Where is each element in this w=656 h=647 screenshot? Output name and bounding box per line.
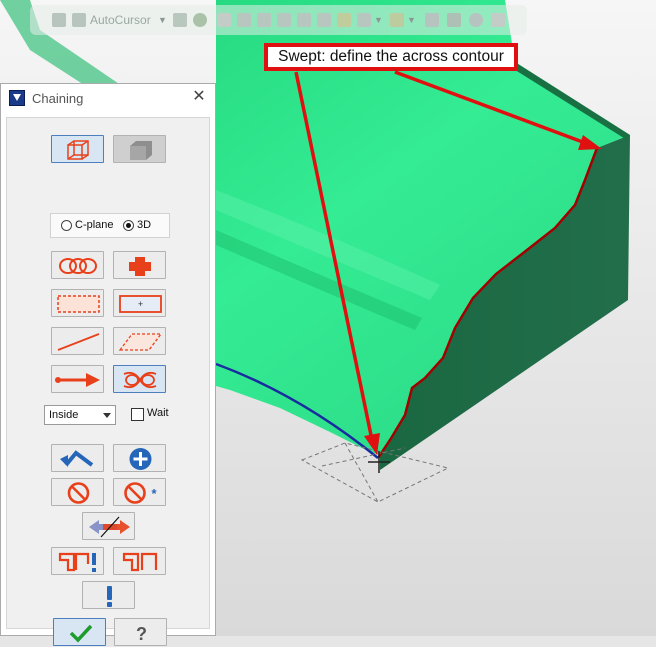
single-button[interactable] — [51, 327, 104, 355]
chain-options-icon — [58, 552, 96, 572]
partial-button[interactable] — [113, 365, 166, 393]
mode-dropdown-value: Inside — [49, 409, 79, 421]
chevron-down-icon[interactable]: ▼ — [374, 15, 383, 31]
reverse-button[interactable] — [82, 512, 135, 540]
end-chain-icon — [122, 552, 158, 572]
view-cube-icon[interactable] — [237, 13, 251, 27]
layer-icon[interactable] — [425, 13, 439, 27]
help-icon: ? — [136, 624, 147, 644]
chevron-down-icon[interactable]: ▼ — [158, 15, 167, 31]
area-button[interactable]: + — [113, 289, 166, 317]
chain-links-icon — [59, 258, 97, 274]
checkmark-icon — [69, 624, 93, 643]
snap-icon[interactable] — [173, 13, 187, 27]
partial-chain-icon — [123, 371, 157, 389]
layer-icon[interactable] — [447, 13, 461, 27]
plane-mode-group: C-plane 3D — [50, 213, 170, 238]
wait-checkbox[interactable] — [131, 408, 144, 421]
undo-icon[interactable] — [491, 13, 505, 27]
svg-text:?: ? — [136, 624, 147, 644]
last-button[interactable] — [51, 444, 104, 472]
autocursor-icon[interactable] — [72, 13, 86, 27]
vector-button[interactable] — [51, 365, 104, 393]
chevron-down-icon — [103, 413, 111, 418]
solid-mode-button[interactable] — [113, 135, 166, 163]
lock-icon[interactable] — [52, 13, 66, 27]
threed-radio[interactable] — [123, 220, 134, 231]
wait-label[interactable]: Wait — [147, 407, 169, 419]
warning-button[interactable] — [82, 581, 135, 609]
add-button[interactable] — [113, 444, 166, 472]
help-button[interactable]: ? — [114, 618, 167, 646]
app-icon — [9, 90, 25, 106]
no-entry-all-icon: * — [124, 482, 157, 504]
window-select-icon — [57, 295, 100, 313]
mode-dropdown[interactable]: Inside — [44, 405, 116, 425]
autocursor-label[interactable]: AutoCursor — [90, 13, 151, 27]
last-chain-icon — [60, 450, 94, 467]
svg-text:+: + — [138, 299, 143, 309]
reverse-arrows-icon — [89, 516, 130, 538]
view-cube-icon[interactable] — [317, 13, 331, 27]
threed-label[interactable]: 3D — [137, 219, 151, 231]
window-button[interactable] — [51, 289, 104, 317]
close-icon[interactable]: ✕ — [191, 89, 207, 105]
view-cube-icon[interactable] — [357, 13, 371, 27]
cplane-radio[interactable] — [61, 220, 72, 231]
ok-button[interactable] — [53, 618, 106, 646]
view-cube-icon[interactable] — [257, 13, 271, 27]
no-entry-icon — [67, 482, 90, 504]
view-cube-icon[interactable] — [277, 13, 291, 27]
wireframe-mode-button[interactable] — [51, 135, 104, 163]
gear-icon[interactable] — [193, 13, 207, 27]
chaining-panel: C-plane 3D + Inside Wait * ? — [6, 117, 210, 646]
unselect-all-button[interactable]: * — [113, 478, 166, 506]
exclamation-icon — [107, 586, 112, 607]
chaining-dialog: Chaining ✕ C-plane 3D + Inside Wait * ? — [0, 83, 216, 646]
plus-shape-icon — [129, 257, 151, 276]
plus-circle-icon — [129, 448, 152, 470]
view-cube-icon[interactable] — [337, 13, 351, 27]
unselect-button[interactable] — [51, 478, 104, 506]
view-cube-icon[interactable] — [297, 13, 311, 27]
cplane-label[interactable]: C-plane — [75, 219, 114, 231]
dialog-titlebar[interactable]: Chaining ✕ — [1, 84, 215, 113]
chain-button[interactable] — [51, 251, 104, 279]
dialog-title: Chaining — [32, 91, 84, 106]
svg-text:*: * — [151, 486, 157, 501]
refresh-icon[interactable] — [469, 13, 483, 27]
callout-text: Swept: define the across contour — [278, 48, 504, 65]
end-chain-button[interactable] — [113, 547, 166, 575]
vector-arrow-icon — [55, 373, 100, 387]
point-button[interactable] — [113, 251, 166, 279]
grid-icon[interactable] — [390, 13, 404, 27]
polygon-button[interactable] — [113, 327, 166, 355]
polygon-select-icon — [118, 333, 163, 351]
select-arrow-icon[interactable] — [217, 13, 231, 27]
single-line-icon — [57, 333, 100, 351]
chevron-down-icon[interactable]: ▼ — [407, 15, 416, 31]
options-button[interactable] — [51, 547, 104, 575]
annotation-callout: Swept: define the across contour — [264, 43, 518, 71]
floating-toolbar: AutoCursor ▼ ▼ ▼ — [30, 5, 527, 35]
solid-cube-icon — [130, 141, 152, 160]
area-select-icon: + — [119, 295, 162, 313]
wireframe-cube-icon — [67, 140, 89, 160]
